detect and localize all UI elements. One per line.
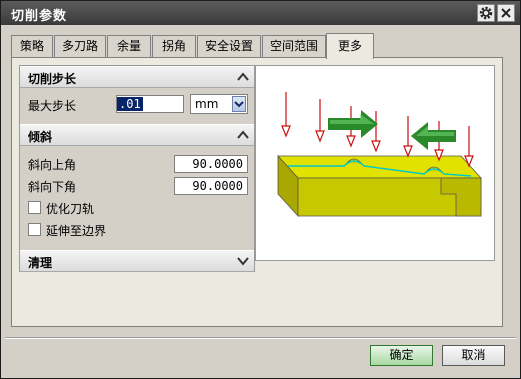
section-tilt-title: 倾斜 — [28, 130, 53, 144]
tilt-up-label: 斜向上角 — [28, 158, 77, 172]
chevron-up-icon[interactable] — [234, 69, 252, 85]
tab-safety[interactable]: 安全设置 — [197, 35, 261, 57]
preview-illustration — [255, 65, 495, 261]
unit-value: mm — [195, 97, 219, 111]
section-step-header[interactable]: 切削步长 — [20, 66, 254, 88]
gear-icon[interactable] — [477, 4, 495, 22]
tab-strategy[interactable]: 策略 — [11, 35, 53, 57]
tab-space-range[interactable]: 空间范围 — [262, 35, 326, 57]
tilt-up-input[interactable]: 90.0000 — [174, 155, 248, 173]
tab-stock[interactable]: 余量 — [107, 35, 151, 57]
close-icon[interactable] — [497, 4, 515, 22]
ok-button[interactable]: 确定 — [370, 345, 433, 366]
title-bar[interactable]: 切削参数 — [1, 1, 520, 25]
section-step-title: 切削步长 — [28, 72, 77, 86]
max-step-value: .01 — [117, 97, 143, 111]
optimize-toolpath-checkbox[interactable] — [28, 201, 41, 214]
max-step-label: 最大步长 — [28, 99, 77, 113]
tilt-down-label: 斜向下角 — [28, 180, 77, 194]
section-cleanup-title: 清理 — [28, 256, 53, 270]
window-title: 切削参数 — [11, 9, 68, 24]
parameters-panel: 切削步长 最大步长 .01 mm 倾斜 斜向上角 90.0000 斜向下角 90… — [19, 65, 255, 272]
extend-to-boundary-checkbox[interactable] — [28, 223, 41, 236]
cancel-button[interactable]: 取消 — [442, 345, 505, 366]
tilt-down-input[interactable]: 90.0000 — [174, 177, 248, 195]
chevron-down-icon[interactable] — [234, 253, 252, 269]
section-tilt-header[interactable]: 倾斜 — [20, 124, 254, 146]
divider — [5, 337, 516, 339]
unit-dropdown[interactable]: mm — [190, 94, 248, 114]
optimize-toolpath-label: 优化刀轨 — [46, 202, 95, 216]
tab-panel: 切削步长 最大步长 .01 mm 倾斜 斜向上角 90.0000 斜向下角 90… — [11, 57, 503, 327]
tab-more[interactable]: 更多 — [326, 33, 374, 59]
section-cleanup-header[interactable]: 清理 — [20, 250, 254, 272]
max-step-input[interactable]: .01 — [116, 95, 184, 113]
chevron-up-icon[interactable] — [234, 127, 252, 143]
dialog-window: 切削参数 策略 多刀路 余量 拐角 安全设置 空间范围 更多 切削步长 最大步长… — [0, 0, 521, 379]
extend-to-boundary-label: 延伸至边界 — [46, 224, 107, 238]
chevron-down-icon[interactable] — [232, 96, 246, 112]
tab-multi-path[interactable]: 多刀路 — [54, 35, 106, 57]
tab-corner[interactable]: 拐角 — [152, 35, 196, 57]
